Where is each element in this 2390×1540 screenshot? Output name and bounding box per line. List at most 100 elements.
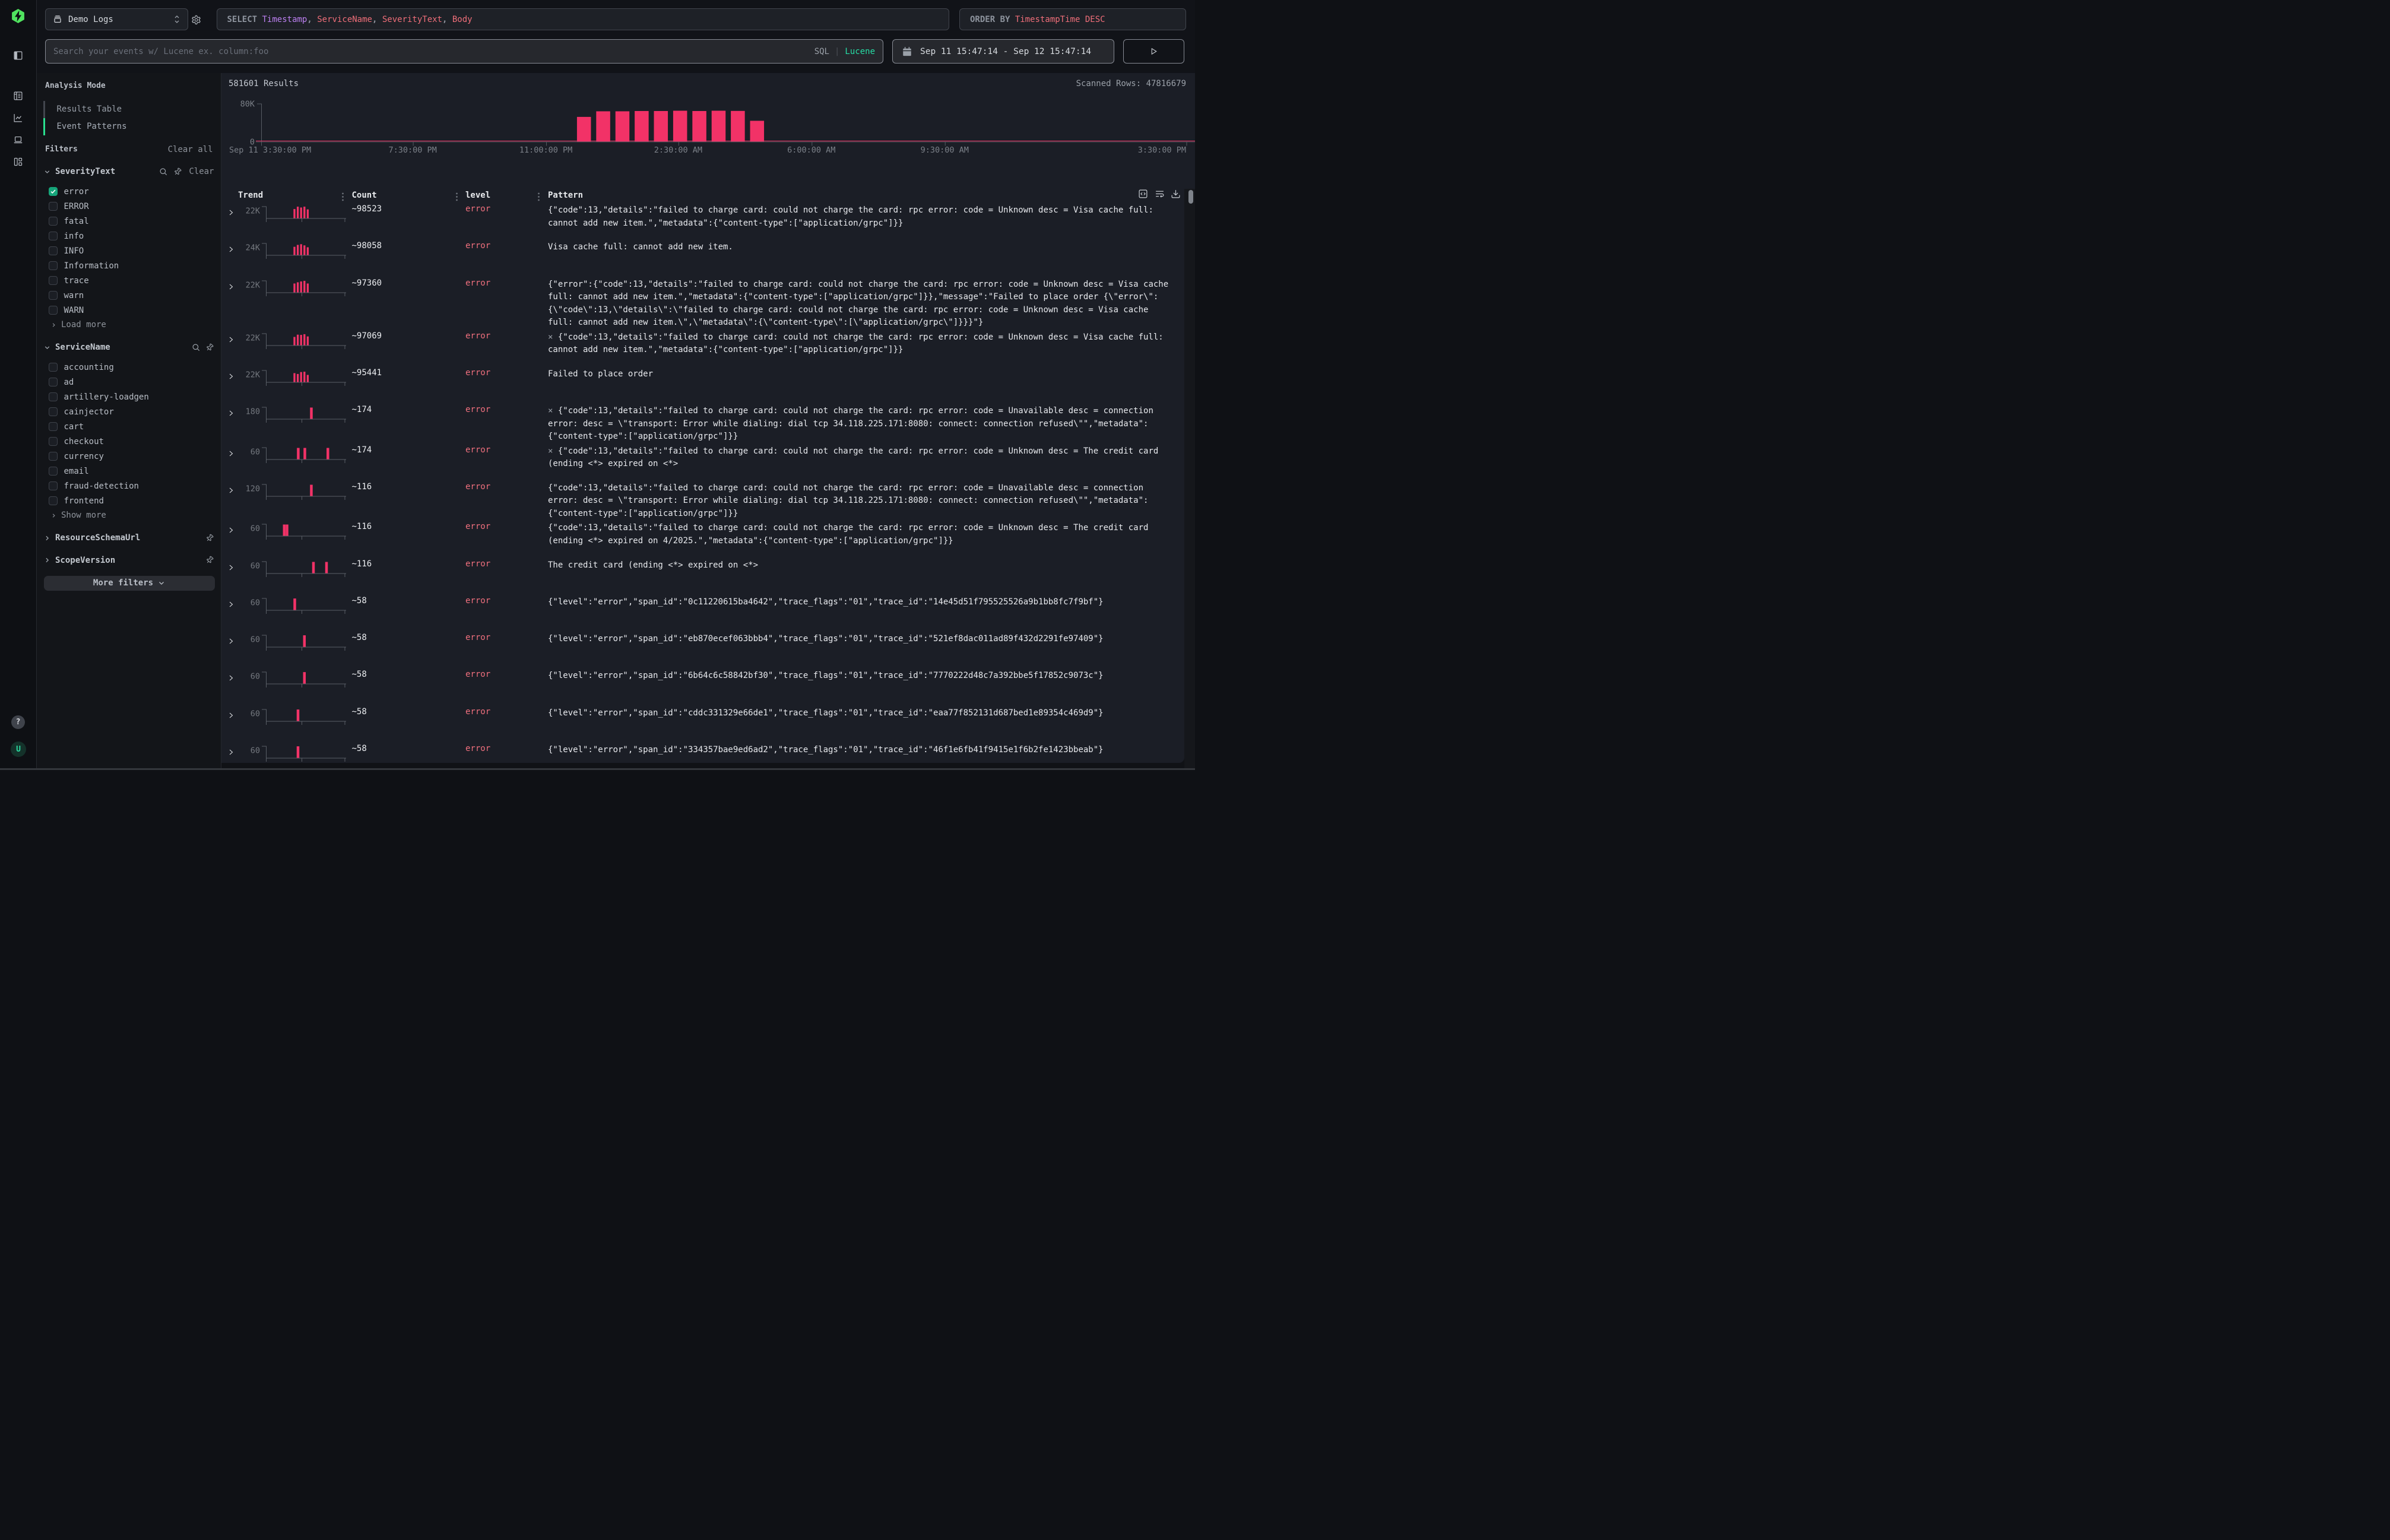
horizontal-scrollbar[interactable] [0,768,1195,771]
analysis-mode-event-patterns[interactable]: Event Patterns [57,122,127,131]
help-button[interactable]: ? [11,715,25,729]
checkbox-unchecked[interactable] [49,246,58,255]
pattern-row[interactable]: 60~116errorThe credit card (ending <*> e… [221,559,1187,595]
column-header-trend[interactable]: Trend [238,191,263,200]
chevron-right-icon[interactable] [43,534,51,542]
filter-option-ad[interactable]: ad [49,375,74,389]
mode-lucene-toggle[interactable]: Lucene [845,47,875,56]
column-menu-icon[interactable] [339,191,347,203]
pattern-cell[interactable]: {"level":"error","span_id":"cddc331329e6… [548,706,1171,721]
pattern-row[interactable]: 60~58error{"level":"error","span_id":"33… [221,743,1187,763]
pattern-cell[interactable]: {"level":"error","span_id":"334357bae9ed… [548,743,1171,758]
checkbox-checked[interactable] [49,187,58,196]
checkbox-unchecked[interactable] [49,306,58,315]
search-icon[interactable] [192,343,201,352]
filter-option-currency[interactable]: currency [49,449,104,464]
pattern-row[interactable]: 22K~97069error× {"code":13,"details":"fa… [221,331,1187,367]
sql-columns-input[interactable]: SELECT Timestamp, ServiceName, SeverityT… [217,8,949,30]
pattern-cell[interactable]: {"code":13,"details":"failed to charge c… [548,481,1171,522]
filter-option-cart[interactable]: cart [49,419,84,434]
filter-option-accounting[interactable]: accounting [49,360,114,375]
dashboards-icon[interactable] [13,157,23,167]
vertical-scrollbar-thumb[interactable] [1188,190,1193,204]
pattern-row[interactable]: 60~116error{"code":13,"details":"failed … [221,521,1187,558]
load-more-button[interactable]: Load more [50,318,106,332]
filter-option-artillery-loadgen[interactable]: artillery-loadgen [49,389,149,404]
mode-sql-toggle[interactable]: SQL [814,47,829,56]
hyperdx-logo-icon[interactable] [11,8,26,24]
filter-option-trace[interactable]: trace [49,273,89,288]
histogram-bar[interactable] [576,117,591,142]
pattern-row[interactable]: 60~58error{"level":"error","span_id":"0c… [221,595,1187,632]
pin-icon[interactable] [205,343,214,352]
search-input[interactable]: Search your events w/ Lucene ex. column:… [45,39,883,64]
pattern-cell[interactable]: {"level":"error","span_id":"eb870ecef063… [548,632,1171,647]
pattern-row[interactable]: 60~58error{"level":"error","span_id":"eb… [221,632,1187,669]
pattern-row[interactable]: 60~174error× {"code":13,"details":"faile… [221,445,1187,481]
filter-option-WARN[interactable]: WARN [49,303,84,318]
checkbox-unchecked[interactable] [49,378,58,386]
run-query-button[interactable] [1123,39,1184,64]
checkbox-unchecked[interactable] [49,202,58,211]
pattern-cell[interactable]: {"level":"error","span_id":"0c11220615ba… [548,595,1171,610]
client-sessions-icon[interactable] [13,135,23,145]
column-header-count[interactable]: Count [352,191,377,200]
results-histogram[interactable]: 80K0 [221,73,1196,156]
histogram-bar[interactable] [673,111,687,142]
code-icon[interactable] [1138,189,1148,199]
pattern-row[interactable]: 60~58error{"level":"error","span_id":"6b… [221,669,1187,706]
checkbox-unchecked[interactable] [49,422,58,431]
chevron-down-icon[interactable] [43,344,51,351]
panel-left-icon[interactable] [13,50,23,61]
histogram-bar[interactable] [711,111,725,142]
pin-icon[interactable] [205,534,214,543]
more-filters-button[interactable]: More filters [44,576,215,591]
filter-option-frontend[interactable]: frontend [49,493,104,508]
date-range-picker[interactable]: Sep 11 15:47:14 - Sep 12 15:47:14 [892,39,1114,64]
filter-option-cainjector[interactable]: cainjector [49,404,114,419]
histogram-bar[interactable] [750,121,764,141]
filter-group-name[interactable]: ScopeVersion [55,556,115,565]
chevron-down-icon[interactable] [43,168,51,176]
search-icon[interactable] [159,167,168,176]
histogram-bar[interactable] [635,111,649,142]
filter-group-name[interactable]: SeverityText [55,167,115,176]
pattern-cell[interactable]: {"code":13,"details":"failed to charge c… [548,204,1171,231]
clear-all-button[interactable]: Clear all [168,145,213,154]
pattern-cell[interactable]: × {"code":13,"details":"failed to charge… [548,331,1171,358]
vertical-scrollbar[interactable] [1184,189,1195,770]
pattern-cell[interactable]: Visa cache full: cannot add new item. [548,240,1171,255]
filter-group-clear-button[interactable]: Clear [189,167,214,176]
filter-group-name[interactable]: ResourceSchemaUrl [55,533,140,543]
histogram-bar[interactable] [692,111,706,142]
source-select[interactable]: Demo Logs [45,8,188,30]
pattern-row[interactable]: 22K~97360error{"error":{"code":13,"detai… [221,278,1187,331]
checkbox-unchecked[interactable] [49,363,58,372]
chevron-right-icon[interactable] [43,556,51,564]
checkbox-unchecked[interactable] [49,291,58,300]
wrap-text-icon[interactable] [1155,189,1165,199]
pattern-row[interactable]: 22K~98523error{"code":13,"details":"fail… [221,204,1187,240]
pin-icon[interactable] [173,167,182,176]
search-logs-icon[interactable] [13,91,23,101]
column-menu-icon[interactable] [453,191,461,203]
column-header-level[interactable]: level [465,191,490,200]
filter-option-checkout[interactable]: checkout [49,434,104,449]
pattern-cell[interactable]: {"level":"error","span_id":"6b64c6c58842… [548,669,1171,684]
pin-icon[interactable] [205,556,214,565]
pattern-cell[interactable]: × {"code":13,"details":"failed to charge… [548,445,1171,472]
chart-explorer-icon[interactable] [13,113,23,123]
pattern-cell[interactable]: {"error":{"code":13,"details":"failed to… [548,278,1171,331]
pattern-cell[interactable]: {"code":13,"details":"failed to charge c… [548,521,1171,549]
checkbox-unchecked[interactable] [49,452,58,461]
pattern-row[interactable]: 120~116error{"code":13,"details":"failed… [221,481,1187,522]
filter-option-fatal[interactable]: fatal [49,214,89,229]
filter-option-Information[interactable]: Information [49,258,119,273]
checkbox-unchecked[interactable] [49,467,58,476]
checkbox-unchecked[interactable] [49,232,58,240]
filter-option-info[interactable]: info [49,229,84,243]
histogram-bar[interactable] [654,111,668,142]
checkbox-unchecked[interactable] [49,481,58,490]
pattern-row[interactable]: 24K~98058errorVisa cache full: cannot ad… [221,240,1187,277]
checkbox-unchecked[interactable] [49,437,58,446]
